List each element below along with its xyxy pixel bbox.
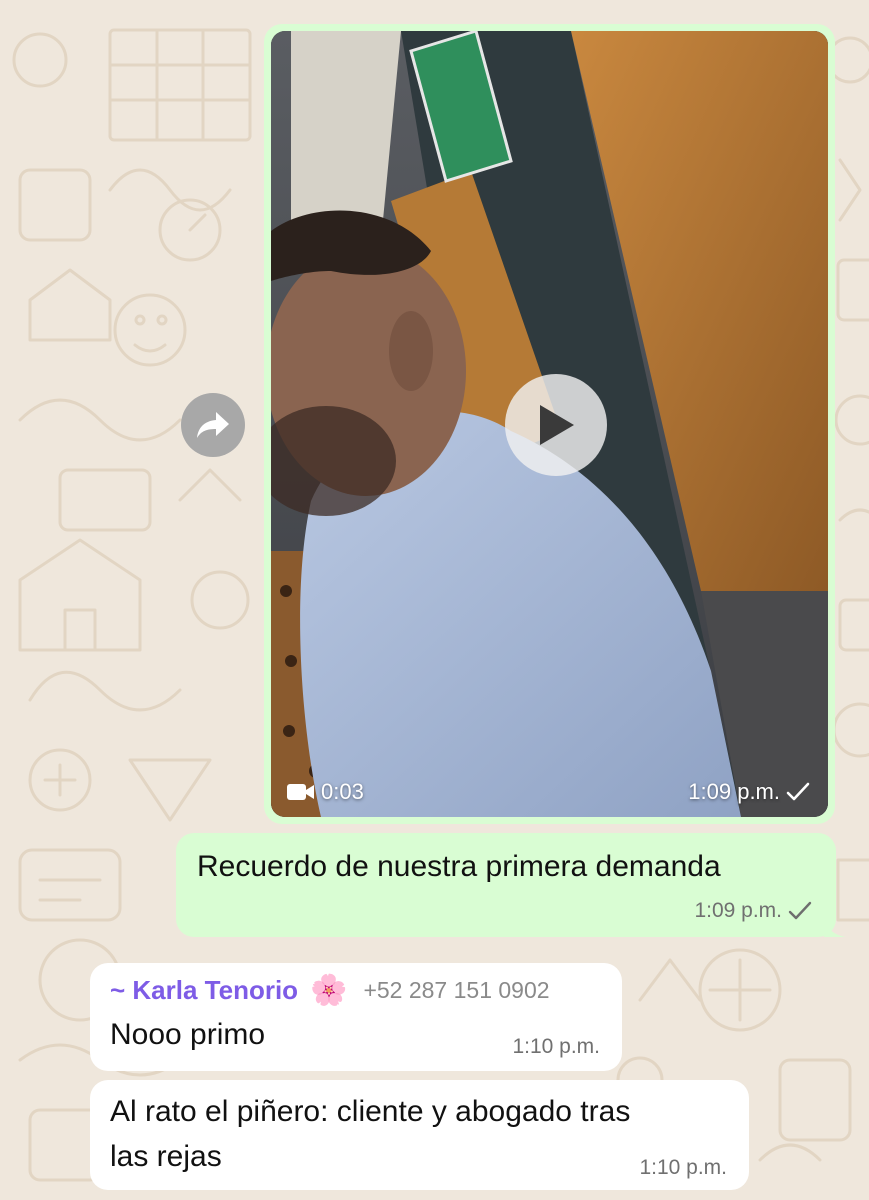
video-message-bubble: 0:03 1:09 p.m. — [264, 24, 835, 824]
sender-emoji: 🌸 — [310, 973, 348, 1007]
forward-button[interactable] — [181, 393, 245, 457]
single-check-icon — [788, 901, 812, 920]
message-text: Nooo primo — [110, 1018, 266, 1051]
video-duration-label: 0:03 — [321, 779, 364, 804]
sender-header: ~ Karla Tenorio 🌸 +52 287 151 0902 — [110, 975, 550, 1006]
message-meta: 1:09 p.m. — [694, 899, 812, 923]
play-icon — [540, 405, 574, 445]
sender-name[interactable]: ~ Karla Tenorio — [110, 975, 298, 1006]
single-check-icon — [786, 782, 810, 801]
message-time: 1:09 p.m. — [694, 899, 782, 922]
outgoing-message-bubble: Recuerdo de nuestra primera demanda 1:09… — [176, 833, 846, 937]
play-button[interactable] — [505, 374, 607, 476]
message-time: 1:10 p.m. — [639, 1156, 727, 1179]
message-text: Recuerdo de nuestra primera demanda — [197, 850, 721, 883]
message-text-line-2: las rejas — [110, 1140, 222, 1173]
sender-phone: +52 287 151 0902 — [363, 977, 550, 1003]
incoming-message-bubble: ~ Karla Tenorio 🌸 +52 287 151 0902 Nooo … — [90, 963, 622, 1071]
message-text-line-1: Al rato el piñero: cliente y abogado tra… — [110, 1095, 631, 1128]
video-duration: 0:03 — [287, 779, 364, 805]
video-camera-icon — [287, 784, 314, 800]
video-thumbnail[interactable]: 0:03 1:09 p.m. — [271, 31, 828, 817]
message-time: 1:10 p.m. — [512, 1035, 600, 1058]
video-timestamp: 1:09 p.m. — [688, 779, 810, 805]
incoming-message-bubble: Al rato el piñero: cliente y abogado tra… — [90, 1080, 749, 1190]
forward-arrow-icon — [197, 412, 229, 438]
bubble-tail — [824, 915, 846, 937]
video-time-label: 1:09 p.m. — [688, 779, 780, 804]
